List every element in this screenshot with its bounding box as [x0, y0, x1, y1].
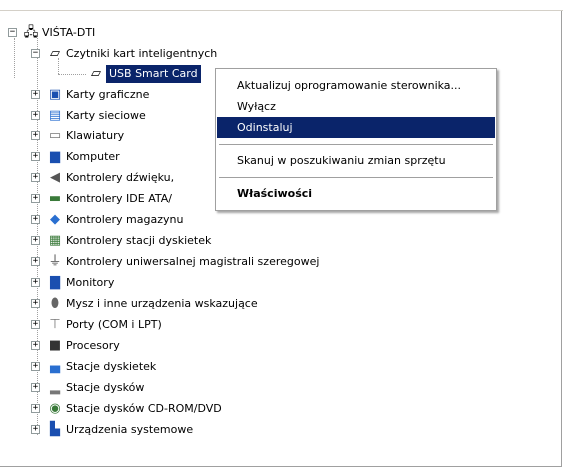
- expand-icon[interactable]: +: [31, 173, 40, 182]
- expand-icon[interactable]: +: [31, 299, 40, 308]
- tree-device-label: USB Smart Card: [106, 65, 201, 83]
- tree-category-label: Kontrolery dźwięku,: [66, 171, 175, 184]
- menu-separator: [219, 177, 493, 179]
- expand-icon[interactable]: +: [31, 362, 40, 371]
- mouse-icon: ⬮: [50, 296, 60, 311]
- tree-category-label: Monitory: [66, 276, 115, 289]
- menu-item-scan-hardware[interactable]: Skanuj w poszukiwaniu zmian sprzętu: [217, 150, 495, 171]
- tree-connector: [14, 38, 15, 78]
- usb-icon: ⏚: [48, 254, 62, 269]
- tree-category-label: Komputer: [66, 150, 120, 163]
- collapse-icon[interactable]: −: [8, 28, 17, 37]
- tree-category-label: Procesory: [66, 339, 120, 352]
- smart-card-reader-icon: ▱: [50, 46, 60, 61]
- expand-icon[interactable]: +: [31, 320, 40, 329]
- system-device-icon: ▙: [50, 422, 60, 437]
- tree-category-label: Karty sieciowe: [66, 109, 146, 122]
- tree-category-label: Stacje dysków: [66, 381, 145, 394]
- tree-category-label: Porty (COM i LPT): [66, 318, 162, 331]
- expand-icon[interactable]: +: [31, 131, 40, 140]
- menu-item-uninstall[interactable]: Odinstaluj: [217, 117, 495, 138]
- computer-icon: ▆: [50, 149, 60, 164]
- cdrom-icon: ◉: [49, 401, 61, 416]
- smart-card-reader-icon: ▱: [91, 66, 101, 81]
- expand-icon[interactable]: +: [31, 383, 40, 392]
- collapse-icon[interactable]: −: [31, 49, 40, 58]
- tree-category-label: Karty graficzne: [66, 88, 150, 101]
- tree-category-label: Kontrolery uniwersalnej magistrali szere…: [66, 255, 320, 268]
- floppy-controller-icon: ▦: [48, 233, 62, 248]
- port-icon: ⊤: [49, 317, 61, 332]
- monitor-icon: ▇: [50, 275, 60, 290]
- expand-icon[interactable]: +: [31, 278, 40, 287]
- expand-icon[interactable]: +: [31, 194, 40, 203]
- context-menu: Aktualizuj oprogramowanie sterownika... …: [215, 68, 497, 211]
- tree-category-label: Stacje dysków CD-ROM/DVD: [66, 402, 222, 415]
- ide-controller-icon: ▬: [48, 191, 62, 206]
- tree-category-label: Klawiatury: [66, 129, 125, 142]
- processor-icon: ■: [48, 338, 62, 353]
- expand-icon[interactable]: +: [31, 90, 40, 99]
- menu-item-properties[interactable]: Właściwości: [217, 183, 495, 204]
- menu-item-update-driver[interactable]: Aktualizuj oprogramowanie sterownika...: [217, 75, 495, 96]
- tree-category-label: Urządzenia systemowe: [66, 423, 194, 436]
- storage-controller-icon: ◆: [50, 212, 60, 227]
- speaker-icon: ◀: [50, 170, 60, 185]
- computer-network-icon: 🖧: [23, 25, 39, 40]
- tree-category-label: Czytniki kart inteligentnych: [66, 47, 218, 60]
- tree-category-label: Kontrolery stacji dyskietek: [66, 234, 212, 247]
- expand-icon[interactable]: +: [31, 257, 40, 266]
- floppy-drive-icon: ▄: [50, 359, 60, 374]
- display-adapter-icon: ▣: [48, 87, 62, 102]
- tree-category-label: Kontrolery magazynu: [66, 213, 184, 226]
- expand-icon[interactable]: +: [31, 341, 40, 350]
- tree-connector: [58, 74, 86, 75]
- network-adapter-icon: ▤: [48, 108, 62, 123]
- keyboard-icon: ▭: [48, 128, 62, 143]
- disk-drive-icon: ▂: [50, 380, 60, 395]
- tree-root-label: VIŚTA-DTI: [42, 26, 96, 39]
- menu-separator: [219, 144, 493, 146]
- expand-icon[interactable]: +: [31, 215, 40, 224]
- tree-category-label: Stacje dyskietek: [66, 360, 157, 373]
- expand-icon[interactable]: +: [31, 425, 40, 434]
- expand-icon[interactable]: +: [31, 236, 40, 245]
- menu-item-disable[interactable]: Wyłącz: [217, 96, 495, 117]
- expand-icon[interactable]: +: [31, 111, 40, 120]
- tree-category-label: Mysz i inne urządzenia wskazujące: [66, 297, 258, 310]
- expand-icon[interactable]: +: [31, 404, 40, 413]
- expand-icon[interactable]: +: [31, 152, 40, 161]
- tree-category-label: Kontrolery IDE ATA/: [66, 192, 172, 205]
